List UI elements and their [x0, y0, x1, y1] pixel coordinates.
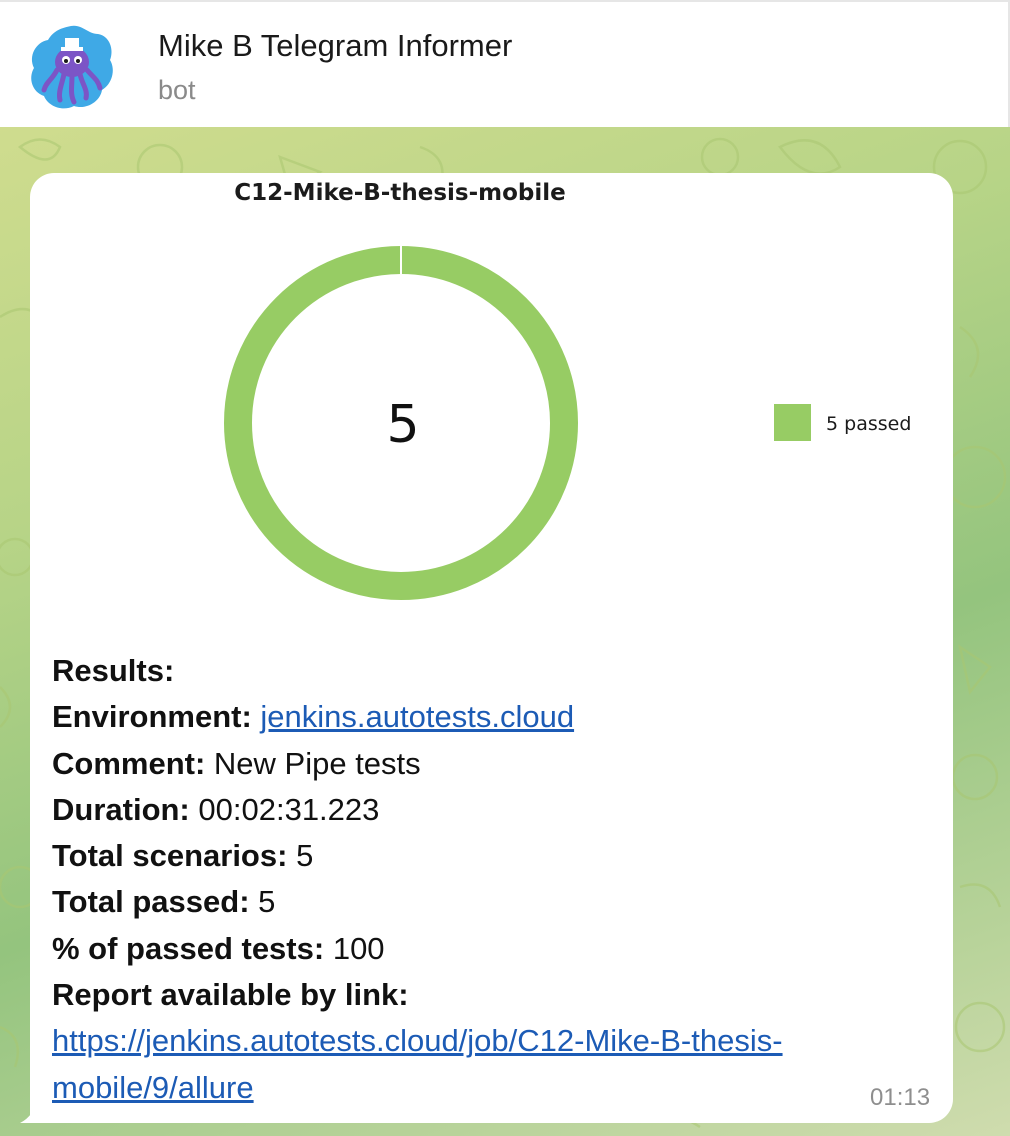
results-heading: Results: — [52, 653, 175, 688]
duration-value: 00:02:31.223 — [198, 791, 380, 827]
report-link[interactable]: https://jenkins.autotests.cloud/job/C12-… — [52, 1023, 783, 1058]
total-passed-value: 5 — [258, 884, 276, 920]
legend-label-passed: 5 passed — [826, 413, 912, 435]
percent-passed-row: % of passed tests: 100 — [52, 930, 385, 966]
environment-link[interactable]: jenkins.autotests.cloud — [260, 699, 574, 734]
donut-chart: 5 — [224, 246, 578, 600]
octopus-icon — [31, 25, 113, 109]
environment-row: Environment: jenkins.autotests.cloud — [52, 699, 575, 735]
chat-title[interactable]: Mike B Telegram Informer — [158, 28, 512, 64]
chat-header: Mike B Telegram Informer bot — [0, 0, 1010, 127]
message-timestamp: 01:13 — [870, 1084, 931, 1111]
percent-passed-value: 100 — [332, 930, 385, 966]
legend-swatch-passed — [774, 404, 811, 441]
total-scenarios-row: Total scenarios: 5 — [52, 838, 314, 874]
duration-row: Duration: 00:02:31.223 — [52, 791, 380, 827]
comment-row: Comment: New Pipe tests — [52, 745, 421, 781]
report-link-row-2: mobile/9/allure — [52, 1065, 932, 1111]
report-link-continued[interactable]: mobile/9/allure — [52, 1070, 254, 1105]
chart-center-label: 5 — [386, 395, 419, 455]
report-label-row: Report available by link: — [52, 977, 409, 1013]
comment-value: New Pipe tests — [213, 745, 421, 781]
results-text: Results: Environment: jenkins.autotests.… — [52, 648, 932, 1111]
avatar[interactable] — [24, 20, 118, 114]
chart-title: C12-Mike-B-thesis-mobile — [234, 180, 566, 206]
total-scenarios-value: 5 — [296, 838, 314, 874]
report-link-row-1: https://jenkins.autotests.cloud/job/C12-… — [52, 1018, 932, 1064]
total-passed-row: Total passed: 5 — [52, 884, 276, 920]
chat-subtitle: bot — [158, 75, 196, 105]
